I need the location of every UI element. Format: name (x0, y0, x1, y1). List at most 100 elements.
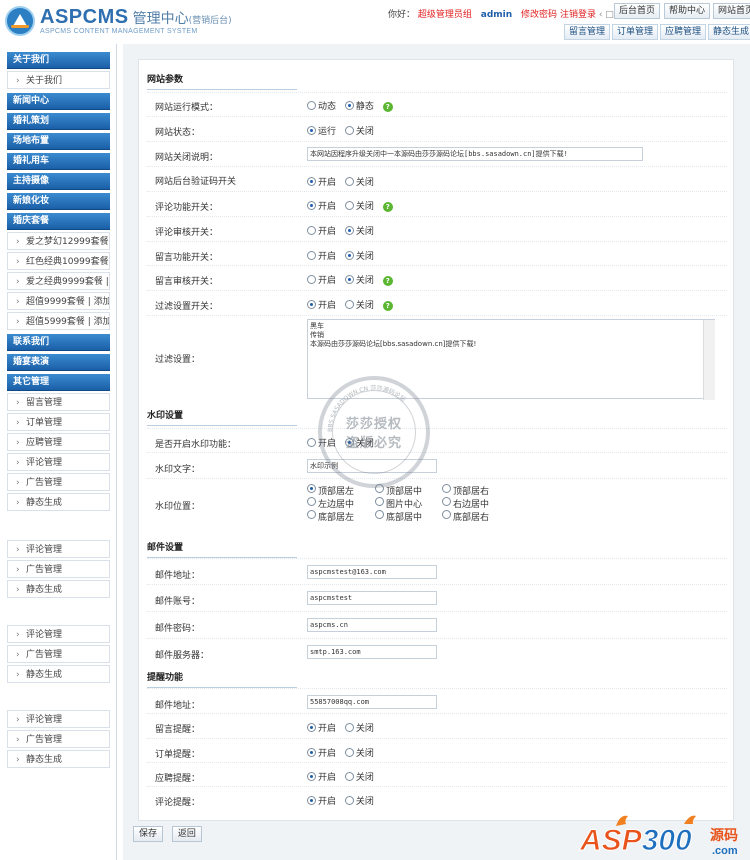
sidebar-item-comments[interactable]: 评论管理 (7, 453, 110, 471)
message-off-radio[interactable]: 关闭 (344, 249, 374, 262)
position-bottom-right-radio[interactable]: 底部居右 (442, 510, 489, 523)
captcha-label: 网站后台验证码开关 (155, 177, 237, 187)
sidebar-item-ads[interactable]: 广告管理 (7, 730, 110, 748)
sidebar-item-package[interactable]: 爱之经典9999套餐 | (7, 272, 110, 290)
sidebar-section-packages[interactable]: 婚庆套餐 (7, 213, 110, 230)
position-middle-right-radio[interactable]: 右边居中 (442, 497, 489, 510)
tab-messages[interactable]: 留言管理 (564, 24, 611, 40)
sidebar-item-package[interactable]: 红色经典10999套餐 (7, 252, 110, 270)
sidebar-section-planning[interactable]: 婚礼策划 (7, 113, 110, 130)
reminder-job-off-radio[interactable]: 关闭 (344, 770, 374, 783)
help-icon[interactable]: ? (382, 202, 393, 212)
sidebar-item-messages[interactable]: 留言管理 (7, 393, 110, 411)
reminder-comment-on-radio[interactable]: 开启 (307, 794, 336, 807)
sidebar-section-other[interactable]: 其它管理 (7, 374, 110, 391)
position-top-right-radio[interactable]: 顶部居右 (442, 484, 489, 497)
sidebar-item-package[interactable]: 超值9999套餐 | 添加 (7, 292, 110, 310)
filter-on-radio[interactable]: 开启 (307, 298, 336, 311)
position-middle-left-radio[interactable]: 左边居中 (307, 497, 354, 510)
sidebar-item-ads[interactable]: 广告管理 (7, 645, 110, 663)
close-note-input[interactable]: 本网站因程序升级关闭中一本源码由莎莎源码论坛[bbs.sasadown.cn]提… (307, 147, 643, 161)
reminder-order-on-radio[interactable]: 开启 (307, 746, 336, 759)
comment-row: 评论功能开关： 开启 关闭 ? (147, 191, 727, 216)
help-icon[interactable]: ? (382, 276, 393, 286)
position-bottom-left-radio[interactable]: 底部居左 (307, 510, 354, 523)
sidebar-item-ads[interactable]: 广告管理 (7, 473, 110, 491)
mail-server-input[interactable]: smtp.163.com (307, 645, 437, 659)
mail-account-row: 邮件账号： aspcmstest (147, 584, 727, 611)
help-icon[interactable]: ? (382, 301, 393, 311)
sidebar-item-static[interactable]: 静态生成 (7, 665, 110, 683)
sidebar-section-news[interactable]: 新闻中心 (7, 93, 110, 110)
sidebar-item-static[interactable]: 静态生成 (7, 580, 110, 598)
comment-off-radio[interactable]: 关闭 (344, 199, 374, 212)
sidebar-section-about[interactable]: 关于我们 (7, 52, 110, 69)
sidebar-item-static[interactable]: 静态生成 (7, 493, 110, 511)
mail-address-row: 邮件地址： aspcmstest@163.com (147, 558, 727, 584)
sidebar-item-comments[interactable]: 评论管理 (7, 540, 110, 558)
message-review-off-radio[interactable]: 关闭 (344, 273, 374, 286)
comment-review-off-radio[interactable]: 关闭 (344, 224, 374, 237)
comment-on-radio[interactable]: 开启 (307, 199, 336, 212)
sidebar-item-comments[interactable]: 评论管理 (7, 710, 110, 728)
site-home-button[interactable]: 网站首页 (713, 3, 750, 19)
sidebar-item-ads[interactable]: 广告管理 (7, 560, 110, 578)
sidebar-item-comments[interactable]: 评论管理 (7, 625, 110, 643)
captcha-on-radio[interactable]: 开启 (307, 175, 336, 188)
sidebar-section-host[interactable]: 主持摄像 (7, 173, 110, 190)
back-button[interactable]: 返回 (171, 826, 202, 842)
save-button[interactable]: 保存 (133, 826, 164, 842)
sidebar-section-cars[interactable]: 婚礼用车 (7, 153, 110, 170)
message-on-radio[interactable]: 开启 (307, 249, 336, 262)
sidebar-section-contact[interactable]: 联系我们 (7, 334, 110, 351)
reminder-address-input[interactable]: 55857008qq.com (307, 695, 437, 709)
mail-address-input[interactable]: aspcmstest@163.com (307, 565, 437, 579)
filter-line: 传销 (310, 331, 324, 339)
sidebar-section-show[interactable]: 婚宴表演 (7, 354, 110, 371)
brand-sub: (营销后台) (188, 16, 232, 26)
reminder-comment-label: 评论提醒： (155, 798, 201, 808)
logout-link[interactable]: 注销登录 (560, 10, 596, 20)
reminder-job-on-radio[interactable]: 开启 (307, 770, 336, 783)
sidebar-item-orders[interactable]: 订单管理 (7, 413, 110, 431)
change-password-link[interactable]: 修改密码 (521, 10, 557, 20)
reminder-address-label: 邮件地址： (155, 701, 201, 711)
help-icon[interactable]: ? (382, 102, 393, 112)
status-run-radio[interactable]: 运行 (307, 124, 336, 137)
reminder-comment-off-radio[interactable]: 关闭 (344, 794, 374, 807)
admin-home-button[interactable]: 后台首页 (614, 3, 661, 19)
run-mode-static-radio[interactable]: 静态 (344, 99, 374, 112)
captcha-off-radio[interactable]: 关闭 (344, 175, 374, 188)
section-title-watermark: 水印设置 (147, 408, 297, 426)
reminder-order-off-radio[interactable]: 关闭 (344, 746, 374, 759)
tab-jobs[interactable]: 应聘管理 (660, 24, 707, 40)
message-label: 留言功能开关： (155, 253, 219, 263)
run-mode-dynamic-radio[interactable]: 动态 (307, 99, 336, 112)
sidebar-item-jobs[interactable]: 应聘管理 (7, 433, 110, 451)
reminder-message-on-radio[interactable]: 开启 (307, 721, 336, 734)
message-review-on-radio[interactable]: 开启 (307, 273, 336, 286)
message-review-row: 留言审核开关： 开启 关闭 ? (147, 265, 727, 290)
sidebar-item-package[interactable]: 爱之梦幻12999套餐 (7, 232, 110, 250)
status-close-radio[interactable]: 关闭 (344, 124, 374, 137)
reminder-message-off-radio[interactable]: 关闭 (344, 721, 374, 734)
section-title-site-params: 网站参数 (147, 72, 297, 90)
tab-static[interactable]: 静态生成 (708, 24, 750, 40)
position-bottom-center-radio[interactable]: 底部居中 (375, 510, 422, 523)
reminder-message-label: 留言提醒： (155, 725, 201, 735)
mail-password-input[interactable]: aspcms.cn (307, 618, 437, 632)
sidebar-item-about[interactable]: 关于我们 (7, 71, 110, 89)
tab-orders[interactable]: 订单管理 (612, 24, 659, 40)
filter-scrollbar[interactable] (703, 320, 715, 400)
help-center-button[interactable]: 帮助中心 (664, 3, 711, 19)
filter-off-radio[interactable]: 关闭 (344, 298, 374, 311)
status-control: 运行 关闭 (307, 124, 380, 137)
sidebar-item-static[interactable]: 静态生成 (7, 750, 110, 768)
sidebar-section-makeup[interactable]: 新娘化妆 (7, 193, 110, 210)
comment-review-on-radio[interactable]: 开启 (307, 224, 336, 237)
position-center-radio[interactable]: 图片中心 (375, 497, 422, 510)
sidebar-section-venue[interactable]: 场地布置 (7, 133, 110, 150)
mail-account-input[interactable]: aspcmstest (307, 591, 437, 605)
sidebar-item-package[interactable]: 超值5999套餐 | 添加 (7, 312, 110, 330)
position-top-left-radio[interactable]: 顶部居左 (307, 484, 354, 497)
